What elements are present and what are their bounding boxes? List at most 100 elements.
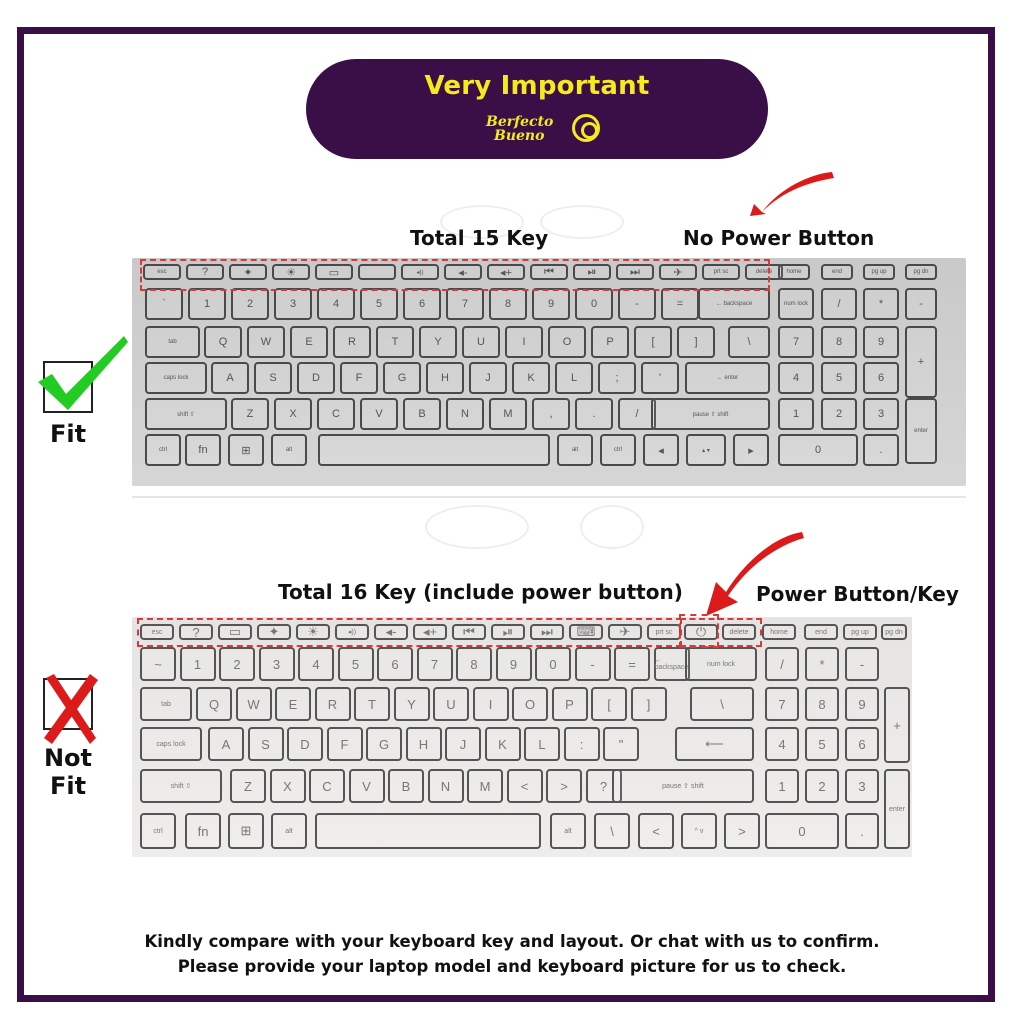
key: [315, 813, 541, 849]
key: ,: [532, 398, 570, 430]
key: .: [863, 434, 899, 466]
key: ▸: [733, 434, 769, 466]
key: V: [360, 398, 398, 430]
key: 1: [778, 398, 814, 430]
keyboard-photo-fit: esc? ✦ ☀ ▭ ◂)) ◂- ◂+ ⏮ ⏯ ⏭ ✈ prt sc delete home end pg …: [132, 258, 966, 486]
footer-instruction-line1: Kindly compare with your keyboard key an…: [144, 932, 880, 951]
key: 5: [337, 647, 374, 681]
key: tab: [140, 687, 192, 721]
key: W: [247, 326, 285, 358]
key: /: [821, 288, 857, 320]
key: alt: [550, 813, 586, 849]
key: ]: [630, 687, 667, 721]
key: [: [591, 687, 627, 721]
key: caps lock: [140, 727, 202, 761]
key: 7: [778, 326, 814, 358]
key: 2: [805, 769, 839, 803]
key: ▴ ▾: [686, 434, 726, 466]
key: 7: [446, 288, 484, 320]
key: B: [403, 398, 441, 430]
key: caps lock: [145, 362, 207, 394]
key: *: [863, 288, 899, 320]
key: Y: [393, 687, 430, 721]
key: alt: [271, 813, 307, 849]
key: C: [309, 769, 345, 803]
key: C: [317, 398, 355, 430]
power-key-highlight: [679, 614, 719, 648]
brand-name-line2: Bueno: [494, 128, 545, 144]
key: S: [247, 727, 284, 761]
key: U: [462, 326, 500, 358]
key: 4: [765, 727, 799, 761]
key: pg dn: [881, 624, 907, 640]
key: ← backspace: [698, 288, 770, 320]
key: ctrl: [600, 434, 636, 466]
notfit-heading-key-count: Total 16 Key (include power button): [278, 580, 683, 604]
keyboard-photo-not-fit: esc? ▭ ✦ ☀ ◂)) ◂- ◂+ ⏮ ⏯ ⏭ ⌨ ✈ prt sc ⏻ delete home end p…: [132, 617, 912, 857]
key: *: [805, 647, 839, 681]
key: alt: [271, 434, 307, 466]
key: num lock: [778, 288, 814, 320]
key: \: [594, 813, 630, 849]
key: 3: [863, 398, 899, 430]
key: N: [427, 769, 464, 803]
key: shift ⇧: [140, 769, 222, 803]
key: >: [546, 769, 582, 803]
key: E: [290, 326, 328, 358]
key: end: [821, 264, 853, 280]
key: J: [445, 727, 481, 761]
key: ;: [598, 362, 636, 394]
key: F: [326, 727, 363, 761]
key: L: [555, 362, 593, 394]
key: +: [884, 687, 910, 763]
key: 9: [863, 326, 899, 358]
header-banner: Very Important Berfecto Bueno: [306, 59, 768, 159]
key: -: [618, 288, 656, 320]
key: tab: [145, 326, 200, 358]
check-mark-icon: [38, 336, 128, 410]
key: D: [297, 362, 335, 394]
key: <: [638, 813, 674, 849]
key: Y: [419, 326, 457, 358]
key: ◂: [643, 434, 679, 466]
key: 4: [778, 362, 814, 394]
key: R: [314, 687, 351, 721]
key: A: [211, 362, 249, 394]
key: H: [426, 362, 464, 394]
key: G: [383, 362, 421, 394]
fn-keys-highlight: [140, 259, 770, 291]
key: enter: [884, 769, 910, 849]
key: 2: [821, 398, 857, 430]
key: 0: [778, 434, 858, 466]
key: 2: [231, 288, 269, 320]
key: =: [614, 647, 650, 681]
key: 2: [219, 647, 255, 681]
key: 6: [377, 647, 413, 681]
key: \: [728, 326, 770, 358]
key: 8: [489, 288, 527, 320]
key: pg dn: [905, 264, 937, 280]
key: O: [548, 326, 586, 358]
key: E: [275, 687, 311, 721]
brand-name-line1: Berfecto: [486, 114, 554, 130]
key: ^ v: [681, 813, 717, 849]
key: K: [512, 362, 550, 394]
key: >: [724, 813, 760, 849]
key: Z: [230, 769, 266, 803]
key: `: [145, 288, 183, 320]
key: Q: [204, 326, 242, 358]
key: ← enter: [685, 362, 770, 394]
key: -: [574, 647, 611, 681]
not-fit-label-line2: Fit: [49, 772, 87, 800]
key: shift ⇧: [145, 398, 227, 430]
banner-title: Very Important: [424, 71, 650, 101]
key: W: [235, 687, 272, 721]
key: 8: [456, 647, 492, 681]
key: M: [489, 398, 527, 430]
key: 9: [845, 687, 879, 721]
key: P: [591, 326, 629, 358]
key: 3: [845, 769, 879, 803]
key: D: [287, 727, 323, 761]
key: V: [348, 769, 385, 803]
key: I: [472, 687, 509, 721]
